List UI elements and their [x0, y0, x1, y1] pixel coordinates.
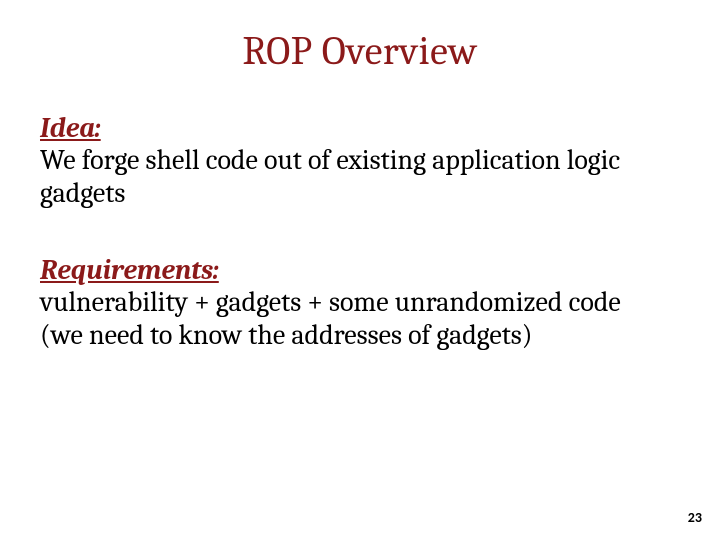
section-body-idea: We forge shell code out of existing appl… [40, 144, 680, 210]
section-heading-idea: Idea: [40, 112, 680, 144]
slide-title: ROP Overview [40, 28, 680, 74]
section-body-requirements: vulnerability + gadgets + some unrandomi… [40, 286, 680, 352]
section-heading-requirements: Requirements: [40, 254, 680, 286]
page-number: 23 [688, 509, 702, 526]
slide: ROP Overview Idea: We forge shell code o… [0, 0, 720, 540]
section-requirements: Requirements: vulnerability + gadgets + … [40, 254, 680, 352]
section-idea: Idea: We forge shell code out of existin… [40, 112, 680, 210]
